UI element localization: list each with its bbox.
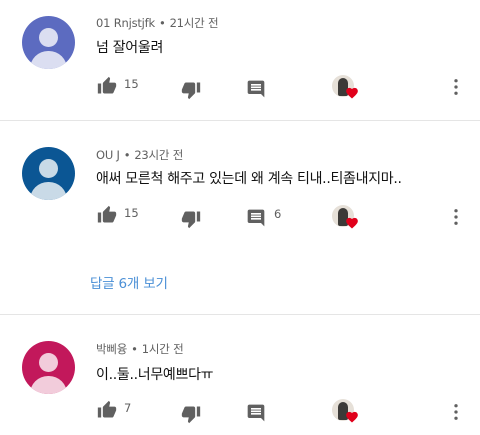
comment-1: 01 Rnjstjfk • 21시간 전 넘 잘어울려 15 (0, 0, 480, 120)
avatar[interactable] (22, 341, 75, 394)
comment-meta: 박삐융 • 1시간 전 (96, 341, 184, 357)
comment-3: 박삐융 • 1시간 전 이..둘..너무예쁘다ㅠ 7 (0, 315, 480, 435)
avatar-head (39, 159, 58, 178)
thumb-down-icon[interactable] (181, 404, 201, 424)
meta-separator: • (123, 148, 131, 162)
like-count: 7 (124, 401, 132, 415)
view-replies-link[interactable]: 답글 6개 보기 (90, 272, 168, 292)
heart-icon (346, 217, 358, 229)
comment-time[interactable]: 23시간 전 (134, 148, 183, 162)
thumb-up-icon[interactable] (97, 205, 117, 225)
avatar-body (30, 182, 67, 200)
creator-heart (332, 205, 360, 233)
avatar[interactable] (22, 16, 75, 69)
meta-separator: • (131, 342, 138, 356)
thumb-down-icon[interactable] (181, 209, 201, 229)
comment-time[interactable]: 1시간 전 (142, 342, 184, 356)
reply-count: 6 (274, 207, 282, 221)
creator-heart (332, 399, 360, 427)
avatar-head (39, 28, 58, 47)
comment-text: 넘 잘어울려 (96, 40, 164, 56)
author-name[interactable]: 박삐융 (96, 342, 127, 356)
more-vert-icon[interactable] (446, 77, 466, 97)
comment-text: 애써 모른척 해주고 있는데 왜 계속 티내..티좀내지마.. (96, 171, 402, 187)
author-name[interactable]: OU J (96, 148, 120, 162)
creator-heart (332, 75, 360, 103)
avatar-body (30, 51, 67, 69)
avatar[interactable] (22, 147, 75, 200)
avatar-body (30, 376, 67, 394)
comment-icon[interactable] (246, 403, 266, 423)
comment-meta: OU J • 23시간 전 (96, 147, 183, 163)
comment-icon[interactable] (246, 79, 266, 99)
meta-separator: • (158, 16, 166, 30)
more-vert-icon[interactable] (446, 207, 466, 227)
author-name[interactable]: 01 Rnjstjfk (96, 16, 155, 30)
thumb-down-icon[interactable] (181, 80, 201, 100)
comment-time[interactable]: 21시간 전 (170, 16, 219, 30)
comment-2: OU J • 23시간 전 애써 모른척 해주고 있는데 왜 계속 티내..티좀내지… (0, 121, 480, 313)
like-count: 15 (124, 77, 139, 91)
like-count: 15 (124, 206, 139, 220)
heart-icon (346, 411, 358, 423)
comment-text: 이..둘..너무예쁘다ㅠ (96, 367, 214, 383)
thumb-up-icon[interactable] (97, 400, 117, 420)
heart-icon (346, 87, 358, 99)
comment-meta: 01 Rnjstjfk • 21시간 전 (96, 15, 219, 31)
avatar-head (39, 353, 58, 372)
thumb-up-icon[interactable] (97, 76, 117, 96)
more-vert-icon[interactable] (446, 402, 466, 422)
comment-icon[interactable] (246, 208, 266, 228)
